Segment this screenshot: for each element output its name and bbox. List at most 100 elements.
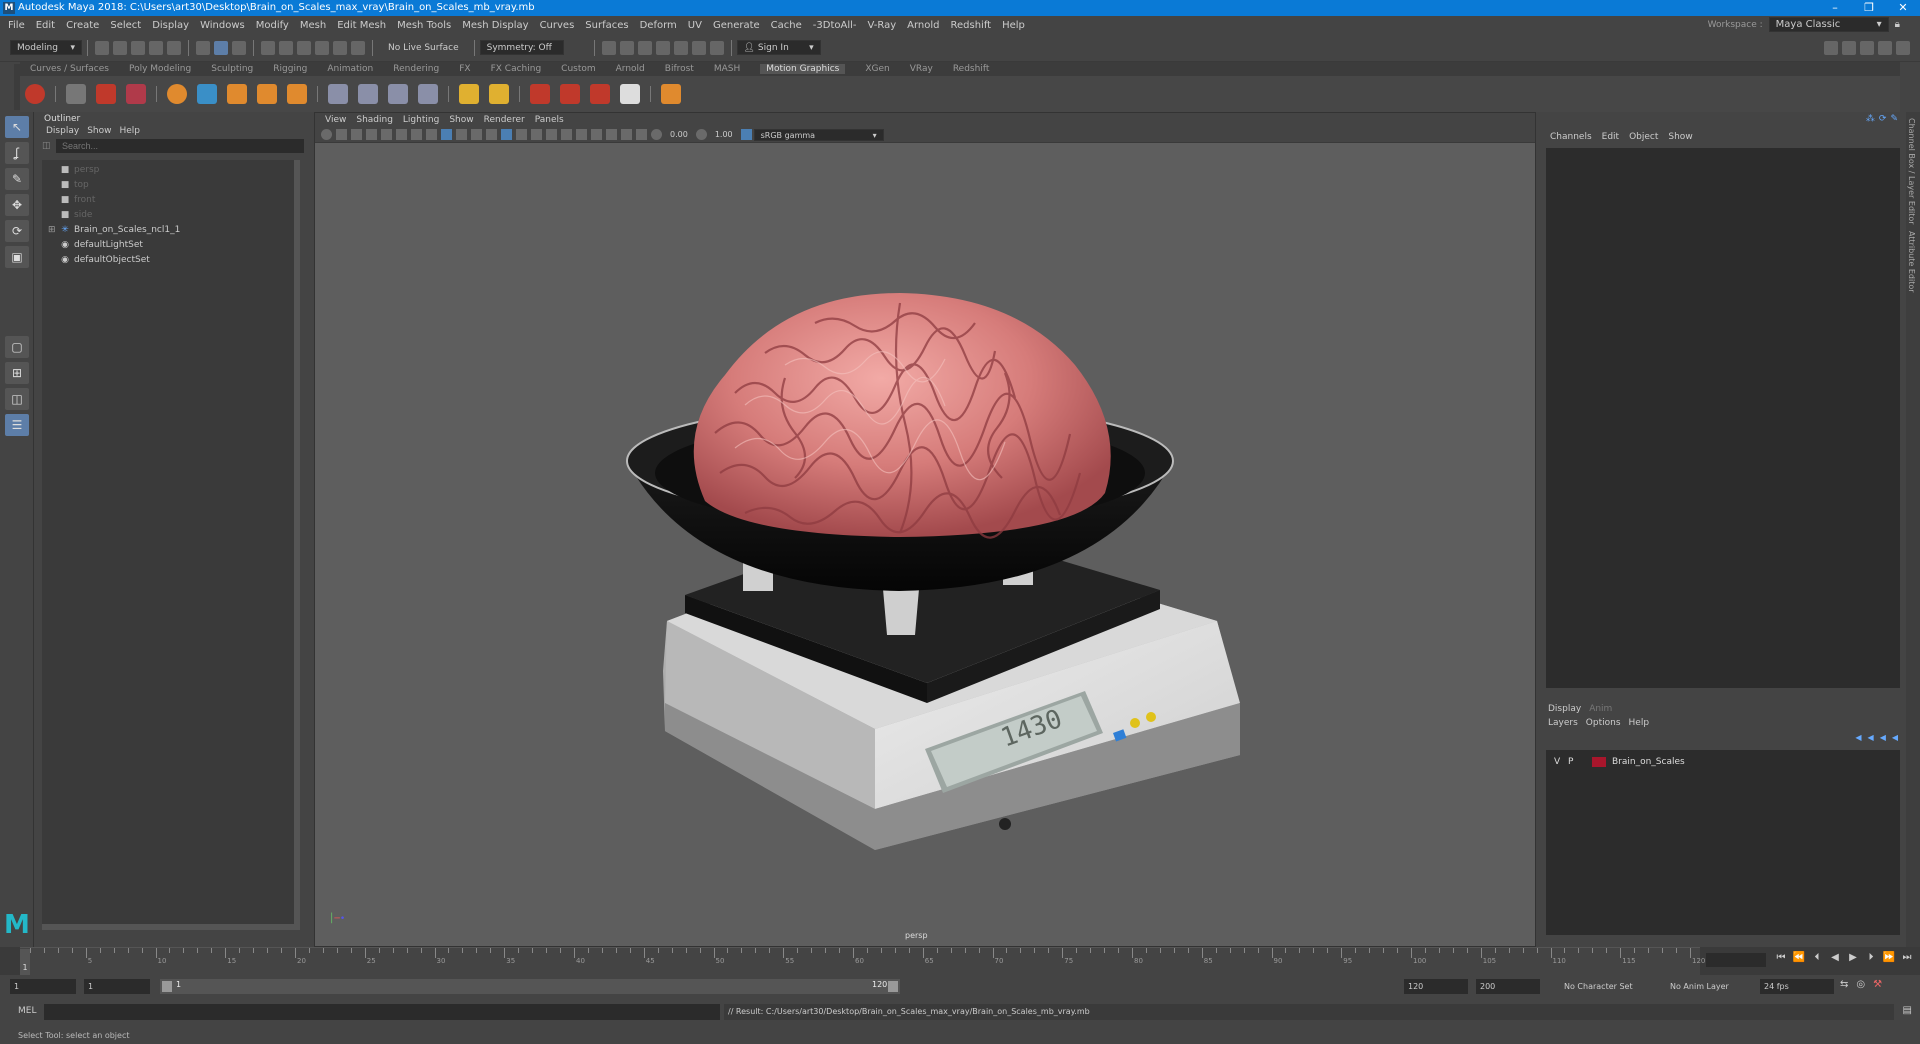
- menu-item[interactable]: Cache: [771, 20, 802, 31]
- motion-blur-icon[interactable]: [546, 129, 557, 140]
- lights-icon[interactable]: [501, 129, 512, 140]
- current-frame-marker[interactable]: 1: [20, 949, 30, 975]
- menu-item[interactable]: UV: [688, 20, 702, 31]
- shelf-tab[interactable]: Bifrost: [665, 64, 694, 74]
- save-scene-icon[interactable]: [131, 40, 145, 55]
- snap-grid-icon[interactable]: [261, 40, 275, 55]
- tool-settings-icon[interactable]: [1878, 41, 1892, 55]
- current-frame-field[interactable]: [1706, 953, 1766, 967]
- maximize-icon[interactable]: ❐: [1852, 0, 1886, 16]
- layer-color-swatch[interactable]: [1592, 757, 1606, 767]
- help-icon[interactable]: ⁂: [1866, 114, 1875, 124]
- ambient-occlusion-icon[interactable]: [531, 129, 542, 140]
- viewport-menu-item[interactable]: Panels: [535, 115, 564, 125]
- snap-view-plane-icon[interactable]: [315, 40, 329, 55]
- depth-of-field-icon[interactable]: [576, 129, 587, 140]
- step-forward-key-icon[interactable]: ⏩: [1880, 952, 1898, 963]
- xray-active-icon[interactable]: [636, 129, 647, 140]
- step-forward-frame-icon[interactable]: ⏵: [1862, 952, 1880, 963]
- step-back-key-icon[interactable]: ⏪: [1790, 952, 1808, 963]
- new-layer-icon[interactable]: ◀: [1880, 733, 1886, 742]
- textured-icon[interactable]: [486, 129, 497, 140]
- layer-up-icon[interactable]: ◀: [1855, 733, 1861, 742]
- menu-item[interactable]: Curves: [540, 20, 575, 31]
- outliner-menu-item[interactable]: Help: [119, 126, 140, 136]
- outliner-scrollbar[interactable]: [294, 160, 300, 930]
- shelf-tab[interactable]: FX: [459, 64, 470, 74]
- add-shelf-item-icon[interactable]: [661, 84, 681, 104]
- play-backwards-icon[interactable]: ◀: [1826, 952, 1844, 963]
- shelf-tab[interactable]: XGen: [865, 64, 889, 74]
- pause-icon[interactable]: [709, 40, 724, 55]
- workspace-dropdown[interactable]: Maya Classic ▾: [1768, 17, 1889, 32]
- prefs-icon[interactable]: ⚒: [1873, 979, 1882, 990]
- layer-tab[interactable]: Anim: [1589, 704, 1612, 714]
- menu-item[interactable]: -3DtoAll-: [813, 20, 857, 31]
- playback-toggle[interactable]: P: [1568, 757, 1582, 767]
- svg-tool-icon[interactable]: [126, 84, 146, 104]
- menu-item[interactable]: Arnold: [907, 20, 939, 31]
- viewport-menu-item[interactable]: Lighting: [403, 115, 439, 125]
- command-language-button[interactable]: MEL: [18, 1006, 36, 1016]
- playback-start-field[interactable]: 1: [84, 979, 150, 994]
- loop-icon[interactable]: ⇆: [1840, 979, 1848, 990]
- script-editor-icon[interactable]: ▤: [1903, 1005, 1912, 1016]
- layer-menu-item[interactable]: Options: [1586, 718, 1621, 728]
- viewport-menu-item[interactable]: Show: [449, 115, 473, 125]
- character-set-dropdown[interactable]: No Character Set: [1560, 979, 1644, 994]
- exposure-value[interactable]: 0.00: [670, 130, 688, 139]
- hypershade-icon[interactable]: [673, 40, 688, 55]
- anti-aliasing-icon[interactable]: [561, 129, 572, 140]
- viewport-menu-item[interactable]: Shading: [356, 115, 393, 125]
- animation-start-field[interactable]: 1: [10, 979, 76, 994]
- shelf-tab[interactable]: Sculpting: [211, 64, 253, 74]
- layer-menu-item[interactable]: Layers: [1548, 718, 1578, 728]
- menu-item[interactable]: Deform: [640, 20, 677, 31]
- gamma-icon[interactable]: [695, 129, 707, 140]
- channel-box-icon[interactable]: [1896, 41, 1910, 55]
- outliner-menu-item[interactable]: Display: [46, 126, 79, 136]
- outliner-hscrollbar[interactable]: [42, 924, 294, 930]
- shader-icon[interactable]: [257, 84, 277, 104]
- redo-icon[interactable]: [167, 40, 181, 55]
- sign-in-dropdown[interactable]: 👤︎ Sign In ▾: [736, 40, 821, 55]
- outliner-search-input[interactable]: [56, 139, 304, 153]
- shelf-tab[interactable]: MASH: [714, 64, 740, 74]
- single-view-icon[interactable]: ▢: [5, 336, 29, 358]
- new-scene-icon[interactable]: [95, 40, 109, 55]
- outliner-item[interactable]: ■ top: [42, 177, 300, 192]
- outliner-item[interactable]: ■ front: [42, 192, 300, 207]
- play-forwards-icon[interactable]: ▶: [1844, 952, 1862, 963]
- filter-icon[interactable]: ◫: [42, 141, 51, 151]
- render-settings-icon[interactable]: [655, 40, 670, 55]
- vray-render-icon[interactable]: [691, 40, 706, 55]
- range-end-handle[interactable]: [888, 981, 898, 992]
- two-view-icon[interactable]: ◫: [5, 388, 29, 410]
- shelf-tab[interactable]: Rendering: [393, 64, 439, 74]
- shelf-tab[interactable]: FX Caching: [491, 64, 542, 74]
- render-sequence-icon[interactable]: [619, 40, 634, 55]
- select-hierarchy-icon[interactable]: [196, 40, 210, 55]
- rotate-tool-icon[interactable]: ⟳: [5, 220, 29, 242]
- curve-icon[interactable]: [197, 84, 217, 104]
- outliner-item[interactable]: ◉ defaultObjectSet: [42, 252, 300, 267]
- snap-curve-icon[interactable]: [279, 40, 293, 55]
- layer-row[interactable]: V P Brain_on_Scales: [1546, 754, 1900, 770]
- menu-item[interactable]: Generate: [713, 20, 760, 31]
- xray-icon[interactable]: [606, 129, 617, 140]
- view-transform-dropdown[interactable]: sRGB gamma ▾: [753, 128, 884, 141]
- menu-item[interactable]: Redshift: [951, 20, 992, 31]
- shelf-tab[interactable]: Arnold: [616, 64, 645, 74]
- isolate-select-icon[interactable]: [591, 129, 602, 140]
- live-surface-label[interactable]: No Live Surface: [388, 43, 459, 53]
- select-component-icon[interactable]: [232, 40, 246, 55]
- color-management-icon[interactable]: [740, 129, 752, 140]
- paint-select-icon[interactable]: ✎: [5, 168, 29, 190]
- smooth-shade-icon[interactable]: [456, 129, 467, 140]
- shelf-tab[interactable]: Poly Modeling: [129, 64, 191, 74]
- channel-box-menu-item[interactable]: Channels: [1550, 132, 1592, 142]
- new-layer-selected-icon[interactable]: ◀: [1892, 733, 1898, 742]
- viewport-panel[interactable]: View Shading Lighting Show Renderer Panels 0.…: [314, 112, 1536, 947]
- playback-end-field[interactable]: 120: [1404, 979, 1468, 994]
- anim-layer-dropdown[interactable]: No Anim Layer: [1666, 979, 1750, 994]
